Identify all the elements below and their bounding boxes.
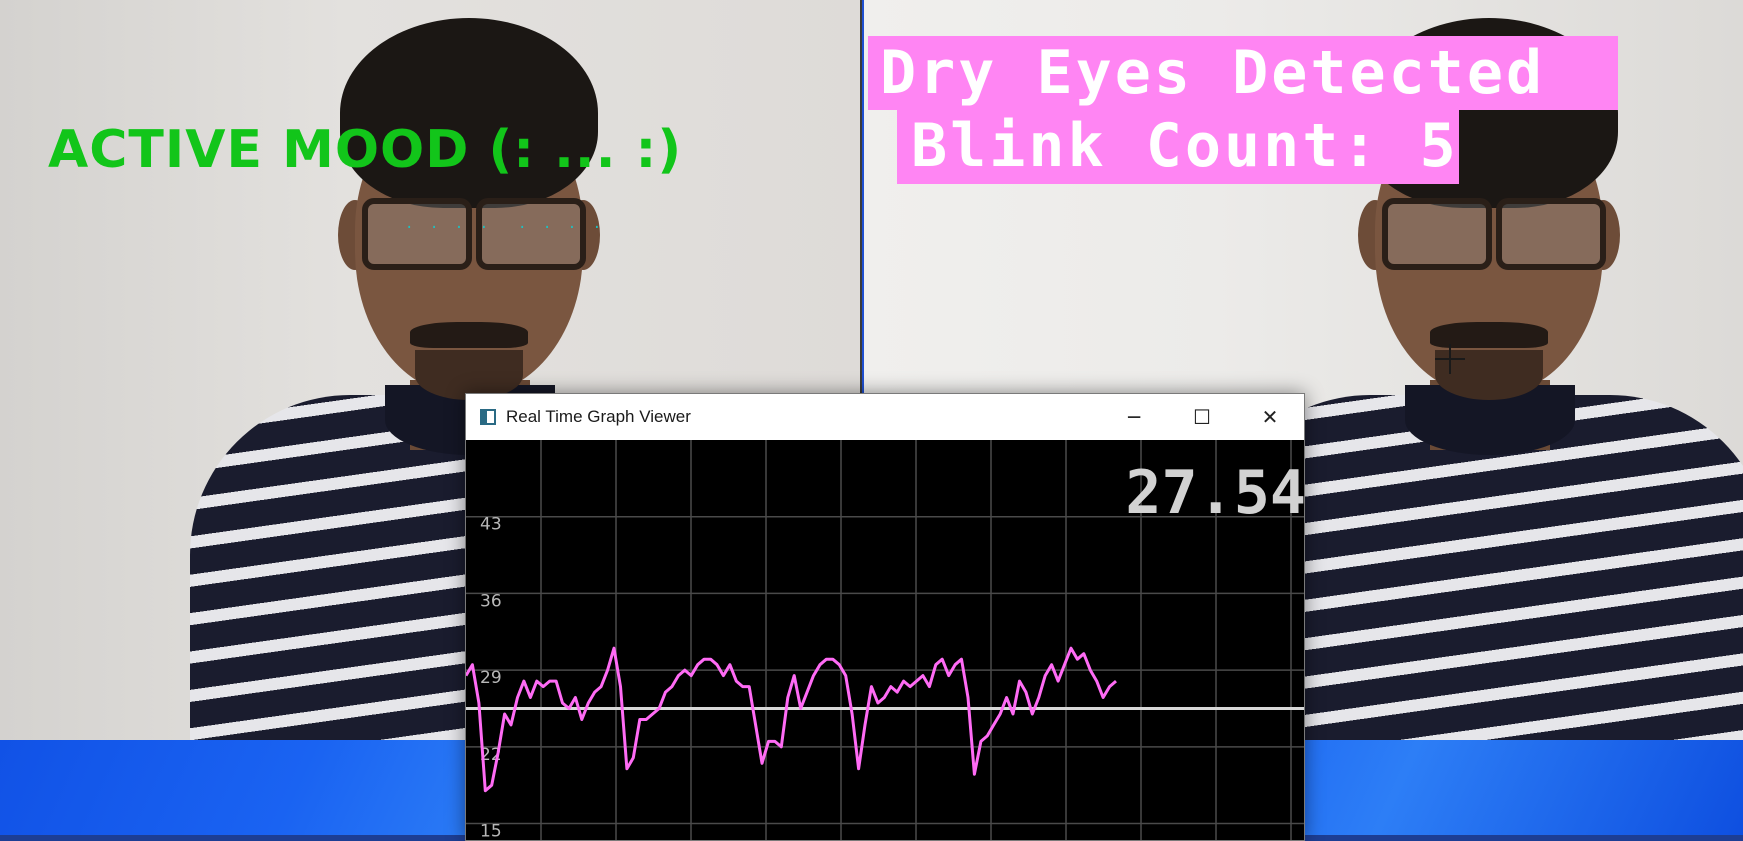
glasses-lens-left (1382, 198, 1492, 270)
window-titlebar[interactable]: Real Time Graph Viewer ─ ☐ ✕ (466, 394, 1304, 440)
eye-landmark-dots-left: · · · · (405, 220, 493, 236)
crosshair-cursor-icon (1435, 344, 1465, 374)
moustache (410, 322, 528, 348)
y-tick-label: 43 (480, 515, 502, 535)
minimize-button[interactable]: ─ (1100, 394, 1168, 440)
y-tick-label: 36 (480, 591, 502, 611)
maximize-button[interactable]: ☐ (1168, 394, 1236, 440)
app-icon (480, 409, 496, 425)
graph-plot-area: 43 36 29 22 15 27.54 (466, 440, 1304, 840)
graph-viewer-window[interactable]: Real Time Graph Viewer ─ ☐ ✕ 43 36 29 22 15 … (465, 393, 1305, 841)
y-tick-label: 29 (480, 668, 502, 688)
glasses-lens-right (1496, 198, 1606, 270)
blink-count-label: Blink Count: 5 (897, 108, 1459, 184)
window-title: Real Time Graph Viewer (506, 407, 691, 426)
current-value-readout: 27.54 (1125, 458, 1304, 528)
close-button[interactable]: ✕ (1236, 394, 1304, 440)
dry-eyes-alert: Dry Eyes Detected (868, 36, 1618, 110)
y-tick-label: 15 (480, 822, 502, 840)
window-controls: ─ ☐ ✕ (1100, 394, 1304, 440)
mood-status-text: ACTIVE MOOD (: ... :) (48, 120, 683, 180)
eye-landmark-dots-right: · · · · (518, 220, 606, 236)
